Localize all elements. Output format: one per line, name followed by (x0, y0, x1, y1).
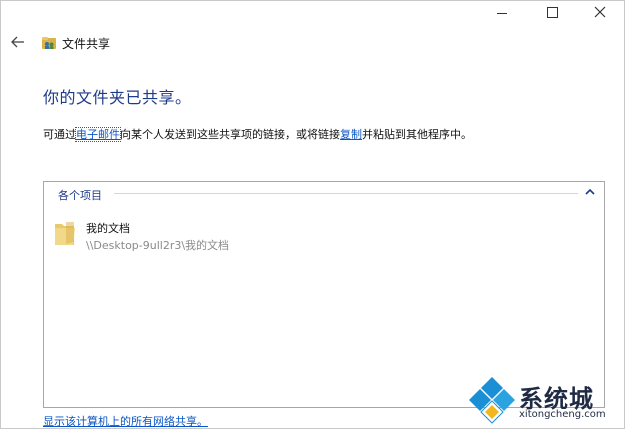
watermark-diamond-icon (469, 377, 515, 424)
maximize-button[interactable] (529, 1, 575, 23)
back-button[interactable] (9, 34, 27, 50)
item-path: \\Desktop-9ull2r3\我的文档 (86, 239, 230, 252)
page-heading: 你的文件夹已共享。 (43, 88, 192, 107)
desc-text-after: 并粘贴到其他程序中。 (362, 128, 472, 141)
desc-text-before: 可通过 (43, 128, 76, 141)
close-button[interactable] (577, 1, 623, 23)
panel-header: 各个项目 (44, 182, 604, 204)
share-description: 可通过电子邮件向某个人发送到这些共享项的链接，或将链接复制并粘贴到其他程序中。 (43, 126, 472, 142)
file-sharing-window: 文件共享 你的文件夹已共享。 可通过电子邮件向某个人发送到这些共享项的链接，或将… (0, 0, 625, 429)
item-name: 我的文档 (86, 222, 130, 235)
watermark-logo: 系统城 xitongcheng.com (467, 373, 622, 428)
show-all-network-shares-link[interactable]: 显示该计算机上的所有网络共享。 (43, 413, 208, 429)
folder-icon (55, 222, 75, 245)
minimize-button[interactable] (479, 1, 525, 23)
watermark-url: xitongcheng.com (519, 409, 606, 420)
window-title: 文件共享 (62, 37, 111, 51)
shared-item[interactable]: 我的文档 \\Desktop-9ull2r3\我的文档 (52, 216, 352, 256)
maximize-icon (546, 6, 558, 18)
collapse-chevron-up-icon[interactable] (584, 187, 596, 197)
close-icon (594, 6, 606, 18)
minimize-icon (497, 12, 507, 14)
panel-divider (114, 193, 578, 194)
panel-title: 各个项目 (58, 189, 102, 202)
desc-text-middle: 向某个人发送到这些共享项的链接，或将链接 (120, 128, 340, 141)
copy-link[interactable]: 复制 (340, 128, 362, 141)
back-arrow-icon (11, 36, 24, 48)
email-link[interactable]: 电子邮件 (75, 127, 121, 142)
file-sharing-icon (42, 37, 56, 49)
